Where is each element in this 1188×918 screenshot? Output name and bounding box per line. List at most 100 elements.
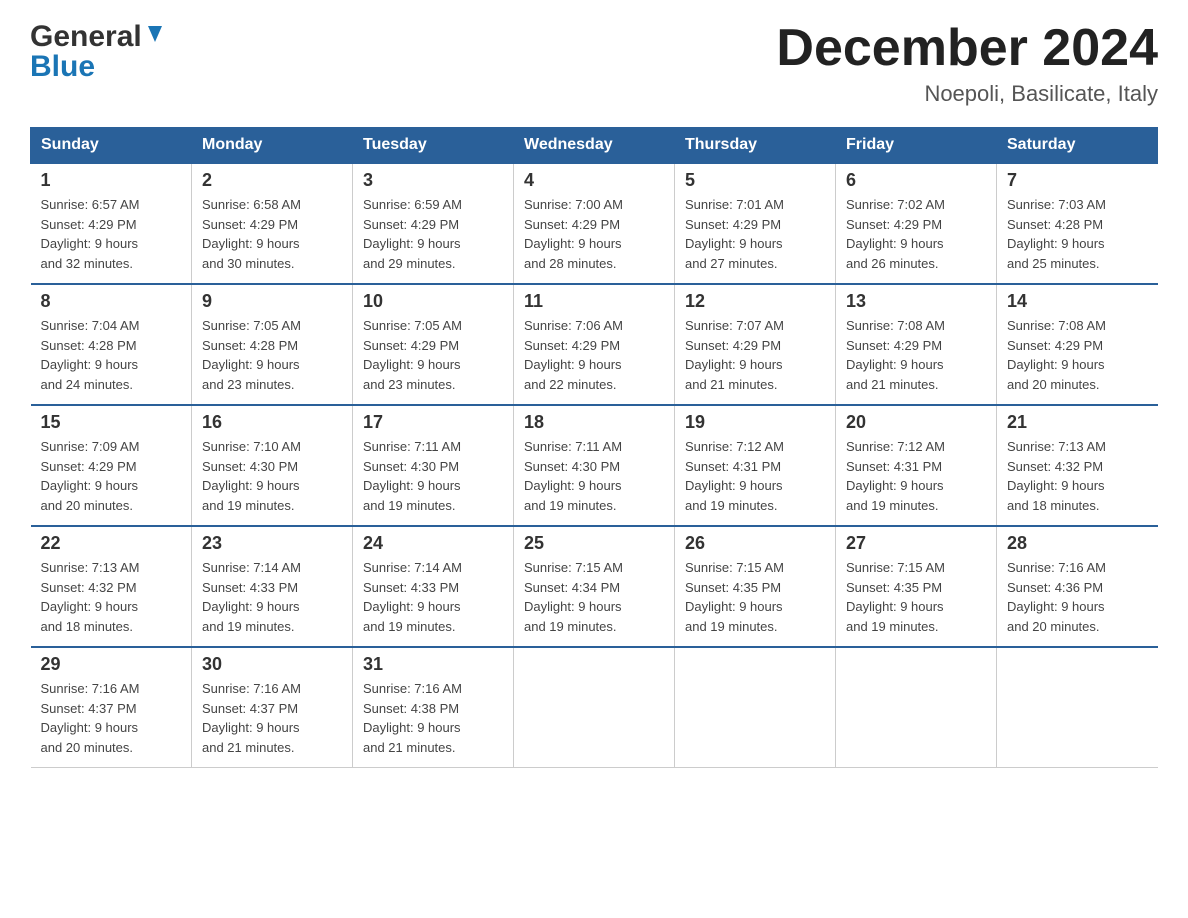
- calendar-cell: [836, 647, 997, 768]
- calendar-cell: 16 Sunrise: 7:10 AM Sunset: 4:30 PM Dayl…: [192, 405, 353, 526]
- calendar-week-row: 1 Sunrise: 6:57 AM Sunset: 4:29 PM Dayli…: [31, 163, 1158, 284]
- calendar-cell: 15 Sunrise: 7:09 AM Sunset: 4:29 PM Dayl…: [31, 405, 192, 526]
- title-section: December 2024 Noepoli, Basilicate, Italy: [776, 20, 1158, 107]
- calendar-table: Sunday Monday Tuesday Wednesday Thursday…: [30, 127, 1158, 768]
- day-number: 4: [524, 170, 664, 191]
- day-info: Sunrise: 7:16 AM Sunset: 4:37 PM Dayligh…: [41, 679, 182, 757]
- day-number: 27: [846, 533, 986, 554]
- calendar-cell: 10 Sunrise: 7:05 AM Sunset: 4:29 PM Dayl…: [353, 284, 514, 405]
- day-number: 3: [363, 170, 503, 191]
- day-number: 12: [685, 291, 825, 312]
- calendar-cell: 27 Sunrise: 7:15 AM Sunset: 4:35 PM Dayl…: [836, 526, 997, 647]
- calendar-cell: 30 Sunrise: 7:16 AM Sunset: 4:37 PM Dayl…: [192, 647, 353, 768]
- calendar-week-row: 15 Sunrise: 7:09 AM Sunset: 4:29 PM Dayl…: [31, 405, 1158, 526]
- day-info: Sunrise: 7:10 AM Sunset: 4:30 PM Dayligh…: [202, 437, 342, 515]
- calendar-cell: 22 Sunrise: 7:13 AM Sunset: 4:32 PM Dayl…: [31, 526, 192, 647]
- calendar-cell: 4 Sunrise: 7:00 AM Sunset: 4:29 PM Dayli…: [514, 163, 675, 284]
- calendar-cell: [514, 647, 675, 768]
- day-info: Sunrise: 7:00 AM Sunset: 4:29 PM Dayligh…: [524, 195, 664, 273]
- day-info: Sunrise: 7:02 AM Sunset: 4:29 PM Dayligh…: [846, 195, 986, 273]
- calendar-cell: 25 Sunrise: 7:15 AM Sunset: 4:34 PM Dayl…: [514, 526, 675, 647]
- calendar-cell: 20 Sunrise: 7:12 AM Sunset: 4:31 PM Dayl…: [836, 405, 997, 526]
- calendar-cell: 28 Sunrise: 7:16 AM Sunset: 4:36 PM Dayl…: [997, 526, 1158, 647]
- day-number: 21: [1007, 412, 1148, 433]
- day-info: Sunrise: 7:07 AM Sunset: 4:29 PM Dayligh…: [685, 316, 825, 394]
- day-info: Sunrise: 7:01 AM Sunset: 4:29 PM Dayligh…: [685, 195, 825, 273]
- day-info: Sunrise: 7:13 AM Sunset: 4:32 PM Dayligh…: [41, 558, 182, 636]
- logo: General Blue: [30, 20, 166, 84]
- calendar-week-row: 22 Sunrise: 7:13 AM Sunset: 4:32 PM Dayl…: [31, 526, 1158, 647]
- calendar-cell: 19 Sunrise: 7:12 AM Sunset: 4:31 PM Dayl…: [675, 405, 836, 526]
- col-friday: Friday: [836, 128, 997, 164]
- day-number: 10: [363, 291, 503, 312]
- calendar-cell: 18 Sunrise: 7:11 AM Sunset: 4:30 PM Dayl…: [514, 405, 675, 526]
- day-number: 18: [524, 412, 664, 433]
- day-number: 29: [41, 654, 182, 675]
- day-info: Sunrise: 7:08 AM Sunset: 4:29 PM Dayligh…: [846, 316, 986, 394]
- calendar-cell: 9 Sunrise: 7:05 AM Sunset: 4:28 PM Dayli…: [192, 284, 353, 405]
- day-info: Sunrise: 7:09 AM Sunset: 4:29 PM Dayligh…: [41, 437, 182, 515]
- page-header: General Blue December 2024 Noepoli, Basi…: [30, 20, 1158, 107]
- day-number: 20: [846, 412, 986, 433]
- day-info: Sunrise: 7:13 AM Sunset: 4:32 PM Dayligh…: [1007, 437, 1148, 515]
- day-info: Sunrise: 6:58 AM Sunset: 4:29 PM Dayligh…: [202, 195, 342, 273]
- logo-blue: Blue: [30, 50, 95, 84]
- calendar-cell: 2 Sunrise: 6:58 AM Sunset: 4:29 PM Dayli…: [192, 163, 353, 284]
- day-info: Sunrise: 7:11 AM Sunset: 4:30 PM Dayligh…: [524, 437, 664, 515]
- col-saturday: Saturday: [997, 128, 1158, 164]
- day-number: 30: [202, 654, 342, 675]
- day-number: 28: [1007, 533, 1148, 554]
- location: Noepoli, Basilicate, Italy: [776, 81, 1158, 107]
- month-title: December 2024: [776, 20, 1158, 77]
- calendar-cell: 5 Sunrise: 7:01 AM Sunset: 4:29 PM Dayli…: [675, 163, 836, 284]
- day-number: 5: [685, 170, 825, 191]
- calendar-cell: 11 Sunrise: 7:06 AM Sunset: 4:29 PM Dayl…: [514, 284, 675, 405]
- day-info: Sunrise: 7:14 AM Sunset: 4:33 PM Dayligh…: [363, 558, 503, 636]
- day-number: 8: [41, 291, 182, 312]
- day-number: 16: [202, 412, 342, 433]
- col-thursday: Thursday: [675, 128, 836, 164]
- day-info: Sunrise: 6:59 AM Sunset: 4:29 PM Dayligh…: [363, 195, 503, 273]
- day-number: 2: [202, 170, 342, 191]
- calendar-week-row: 29 Sunrise: 7:16 AM Sunset: 4:37 PM Dayl…: [31, 647, 1158, 768]
- calendar-cell: [675, 647, 836, 768]
- day-info: Sunrise: 7:12 AM Sunset: 4:31 PM Dayligh…: [846, 437, 986, 515]
- day-number: 23: [202, 533, 342, 554]
- logo-general: General: [30, 20, 142, 54]
- calendar-cell: 23 Sunrise: 7:14 AM Sunset: 4:33 PM Dayl…: [192, 526, 353, 647]
- calendar-cell: 26 Sunrise: 7:15 AM Sunset: 4:35 PM Dayl…: [675, 526, 836, 647]
- logo-arrow-icon: [144, 24, 166, 46]
- day-number: 22: [41, 533, 182, 554]
- day-number: 13: [846, 291, 986, 312]
- day-number: 19: [685, 412, 825, 433]
- day-info: Sunrise: 7:04 AM Sunset: 4:28 PM Dayligh…: [41, 316, 182, 394]
- calendar-cell: 12 Sunrise: 7:07 AM Sunset: 4:29 PM Dayl…: [675, 284, 836, 405]
- calendar-cell: [997, 647, 1158, 768]
- day-info: Sunrise: 7:05 AM Sunset: 4:29 PM Dayligh…: [363, 316, 503, 394]
- col-monday: Monday: [192, 128, 353, 164]
- day-number: 6: [846, 170, 986, 191]
- calendar-cell: 21 Sunrise: 7:13 AM Sunset: 4:32 PM Dayl…: [997, 405, 1158, 526]
- day-info: Sunrise: 7:16 AM Sunset: 4:36 PM Dayligh…: [1007, 558, 1148, 636]
- day-number: 11: [524, 291, 664, 312]
- day-info: Sunrise: 7:16 AM Sunset: 4:38 PM Dayligh…: [363, 679, 503, 757]
- day-info: Sunrise: 7:16 AM Sunset: 4:37 PM Dayligh…: [202, 679, 342, 757]
- day-info: Sunrise: 6:57 AM Sunset: 4:29 PM Dayligh…: [41, 195, 182, 273]
- day-number: 7: [1007, 170, 1148, 191]
- col-sunday: Sunday: [31, 128, 192, 164]
- day-number: 9: [202, 291, 342, 312]
- calendar-cell: 29 Sunrise: 7:16 AM Sunset: 4:37 PM Dayl…: [31, 647, 192, 768]
- calendar-cell: 31 Sunrise: 7:16 AM Sunset: 4:38 PM Dayl…: [353, 647, 514, 768]
- day-info: Sunrise: 7:15 AM Sunset: 4:35 PM Dayligh…: [685, 558, 825, 636]
- calendar-cell: 8 Sunrise: 7:04 AM Sunset: 4:28 PM Dayli…: [31, 284, 192, 405]
- day-number: 31: [363, 654, 503, 675]
- day-number: 25: [524, 533, 664, 554]
- day-number: 1: [41, 170, 182, 191]
- calendar-cell: 7 Sunrise: 7:03 AM Sunset: 4:28 PM Dayli…: [997, 163, 1158, 284]
- day-number: 24: [363, 533, 503, 554]
- day-number: 26: [685, 533, 825, 554]
- day-info: Sunrise: 7:06 AM Sunset: 4:29 PM Dayligh…: [524, 316, 664, 394]
- col-tuesday: Tuesday: [353, 128, 514, 164]
- day-info: Sunrise: 7:08 AM Sunset: 4:29 PM Dayligh…: [1007, 316, 1148, 394]
- day-number: 17: [363, 412, 503, 433]
